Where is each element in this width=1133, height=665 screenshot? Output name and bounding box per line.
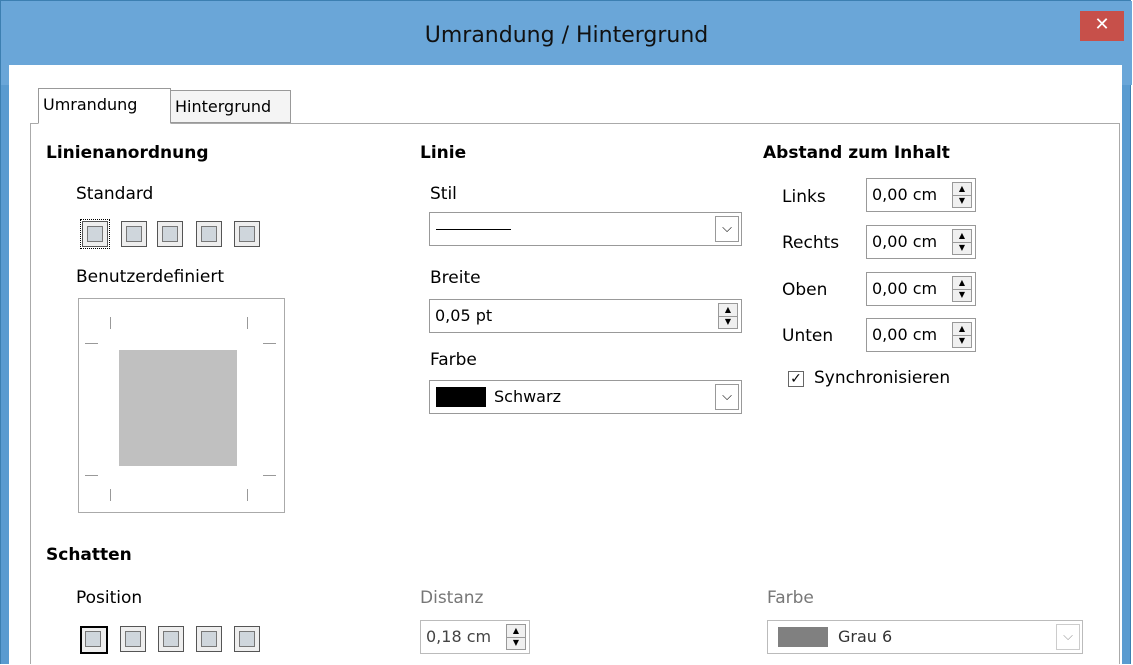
- color-label: Farbe: [430, 350, 477, 370]
- line-width-value: 0,05 pt: [435, 306, 493, 325]
- tab-hintergrund-label: Hintergrund: [175, 97, 272, 116]
- shadow-none-icon: [85, 631, 101, 647]
- preset-all-button[interactable]: [196, 221, 222, 247]
- shadow-top-left-button[interactable]: [234, 626, 260, 652]
- shadow-bottom-right-icon: [125, 631, 141, 647]
- spacing-top-value: 0,00 cm: [872, 279, 938, 298]
- tab-umrandung[interactable]: Umrandung: [38, 88, 171, 124]
- shadow-heading: Schatten: [46, 545, 132, 565]
- tab-hintergrund[interactable]: Hintergrund: [170, 90, 291, 123]
- preset-box-shadow-icon: [162, 226, 178, 242]
- shadow-distance-spin-buttons[interactable]: ▲ ▼: [506, 624, 526, 650]
- sync-label: Synchronisieren: [814, 368, 951, 388]
- shadow-top-right-button[interactable]: [158, 626, 184, 652]
- corner-tick: [110, 317, 111, 329]
- line-color-dropdown[interactable]: Schwarz ⌵: [429, 380, 742, 414]
- spin-down-icon[interactable]: ▼: [953, 289, 971, 301]
- shadow-distance-value: 0,18 cm: [426, 627, 492, 646]
- corner-tick: [247, 317, 248, 329]
- shadow-distance-spinner[interactable]: 0,18 cm ▲ ▼: [420, 620, 530, 654]
- line-heading: Linie: [420, 143, 467, 163]
- preset-all-icon: [201, 226, 217, 242]
- spin-down-icon[interactable]: ▼: [953, 335, 971, 347]
- spacing-heading: Abstand zum Inhalt: [763, 143, 950, 163]
- spacing-right-label: Rechts: [782, 233, 840, 253]
- shadow-color-value: Grau 6: [838, 627, 893, 646]
- corner-tick: [247, 489, 248, 501]
- checkmark-icon: ✓: [790, 371, 802, 387]
- tab-umrandung-label: Umrandung: [43, 95, 138, 114]
- spacing-right-spinner[interactable]: 0,00 cm ▲ ▼: [866, 225, 976, 259]
- spacing-bottom-value: 0,00 cm: [872, 325, 938, 344]
- preset-outer-button[interactable]: [234, 221, 260, 247]
- spacing-left-spin-buttons[interactable]: ▲ ▼: [952, 182, 972, 208]
- chevron-down-icon: ⌵: [715, 216, 739, 242]
- spacing-top-label: Oben: [782, 280, 828, 300]
- window-title: Umrandung / Hintergrund: [424, 23, 709, 48]
- preset-box-shadow-button[interactable]: [157, 221, 183, 247]
- corner-tick: [263, 475, 276, 476]
- spacing-left-value: 0,00 cm: [872, 185, 938, 204]
- spacing-bottom-spinner[interactable]: 0,00 cm ▲ ▼: [866, 318, 976, 352]
- shadow-none-button[interactable]: [80, 626, 108, 654]
- shadow-bottom-right-button[interactable]: [120, 626, 146, 652]
- sync-checkbox[interactable]: ✓: [788, 371, 804, 387]
- line-width-spin-buttons[interactable]: ▲ ▼: [718, 303, 738, 329]
- shadow-color-label: Farbe: [767, 588, 814, 608]
- spacing-right-spin-buttons[interactable]: ▲ ▼: [952, 229, 972, 255]
- preset-outer-icon: [239, 226, 255, 242]
- chevron-down-icon: ⌵: [1056, 624, 1080, 650]
- corner-tick: [263, 343, 276, 344]
- style-label: Stil: [430, 184, 457, 204]
- color-swatch: [436, 387, 486, 407]
- preset-box-icon: [126, 226, 142, 242]
- line-width-spinner[interactable]: 0,05 pt ▲ ▼: [429, 299, 742, 333]
- spacing-bottom-label: Unten: [782, 326, 834, 346]
- spacing-left-label: Links: [782, 187, 826, 207]
- shadow-distance-label: Distanz: [420, 588, 484, 608]
- shadow-color-swatch: [778, 627, 828, 647]
- shadow-bottom-left-icon: [201, 631, 217, 647]
- shadow-color-dropdown[interactable]: Grau 6 ⌵: [767, 620, 1083, 654]
- close-icon: ✕: [1094, 14, 1110, 35]
- spin-down-icon[interactable]: ▼: [719, 316, 737, 328]
- close-button[interactable]: ✕: [1080, 11, 1124, 41]
- spacing-right-value: 0,00 cm: [872, 232, 938, 251]
- corner-tick: [85, 475, 98, 476]
- spin-down-icon[interactable]: ▼: [953, 242, 971, 254]
- spacing-top-spinner[interactable]: 0,00 cm ▲ ▼: [866, 272, 976, 306]
- corner-tick: [110, 489, 111, 501]
- shadow-bottom-left-button[interactable]: [196, 626, 222, 652]
- width-label: Breite: [430, 268, 481, 288]
- line-color-value: Schwarz: [494, 387, 561, 406]
- corner-tick: [85, 343, 98, 344]
- spin-down-icon[interactable]: ▼: [507, 637, 525, 649]
- spacing-left-spinner[interactable]: 0,00 cm ▲ ▼: [866, 178, 976, 212]
- spin-down-icon[interactable]: ▼: [953, 195, 971, 207]
- spacing-bottom-spin-buttons[interactable]: ▲ ▼: [952, 322, 972, 348]
- line-arrangement-heading: Linienanordnung: [46, 143, 209, 163]
- preset-box-button[interactable]: [121, 221, 147, 247]
- line-style-sample: [436, 229, 511, 230]
- preset-none-button[interactable]: [80, 219, 110, 249]
- user-defined-label: Benutzerdefiniert: [76, 267, 224, 287]
- shadow-top-right-icon: [163, 631, 179, 647]
- preset-none-icon: [87, 226, 103, 242]
- chevron-down-icon: ⌵: [715, 384, 739, 410]
- border-preview[interactable]: [78, 298, 285, 513]
- shadow-position-label: Position: [76, 588, 143, 608]
- line-style-dropdown[interactable]: ⌵: [429, 212, 742, 246]
- default-label: Standard: [76, 184, 154, 204]
- preview-content: [119, 350, 237, 466]
- shadow-top-left-icon: [239, 631, 255, 647]
- spacing-top-spin-buttons[interactable]: ▲ ▼: [952, 276, 972, 302]
